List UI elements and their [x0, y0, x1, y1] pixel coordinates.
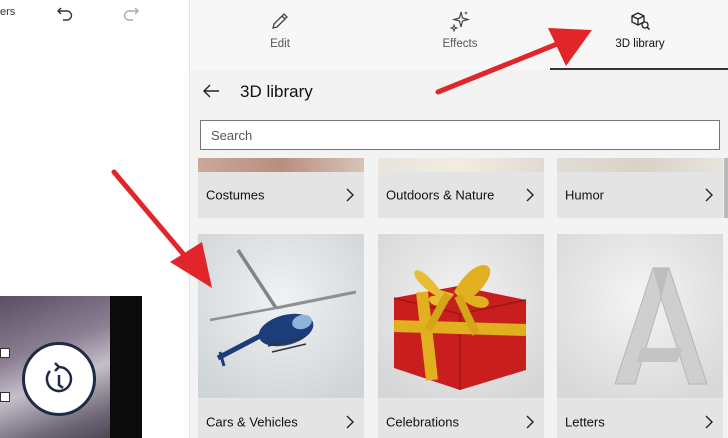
category-card-humor[interactable]: Humor	[557, 158, 723, 218]
category-card-letters[interactable]: Letters	[557, 234, 723, 438]
category-footer: Humor	[557, 172, 723, 218]
side-panel: Edit Effects 3D library 3D library Searc…	[190, 0, 728, 438]
pencil-icon	[272, 13, 288, 29]
chevron-right-icon	[526, 415, 534, 429]
undo-icon[interactable]	[56, 4, 74, 22]
redo-icon[interactable]	[122, 4, 140, 22]
scrollbar[interactable]	[724, 158, 728, 218]
chevron-right-icon	[346, 415, 354, 429]
helicopter-thumbnail	[198, 234, 364, 398]
chevron-right-icon	[526, 188, 534, 202]
canvas-toolbar: ers	[0, 0, 190, 30]
tab-effects-label: Effects	[442, 38, 478, 50]
rotate-icon	[45, 362, 73, 393]
active-tab-indicator	[550, 68, 728, 70]
back-arrow-icon[interactable]	[202, 82, 220, 100]
category-grid: Costumes Outdoors & Nature Humor Cars & …	[190, 158, 728, 438]
tab-effects[interactable]: Effects	[370, 0, 550, 70]
category-card-cars-vehicles[interactable]: Cars & Vehicles	[198, 234, 364, 438]
sparkle-icon	[449, 11, 471, 32]
tab-edit[interactable]: Edit	[190, 0, 370, 70]
category-footer: Cars & Vehicles	[198, 400, 364, 438]
chevron-right-icon	[705, 188, 713, 202]
category-card-costumes[interactable]: Costumes	[198, 158, 364, 218]
tab-3d-library-label: 3D library	[615, 38, 665, 50]
category-footer: Celebrations	[378, 400, 544, 438]
chevron-right-icon	[346, 188, 354, 202]
category-footer: Letters	[557, 400, 723, 438]
category-thumbnail	[557, 158, 723, 172]
toolbar-truncated-label: ers	[0, 6, 16, 18]
category-thumbnail	[198, 158, 364, 172]
category-label: Celebrations	[386, 414, 459, 430]
category-label: Letters	[565, 414, 605, 430]
letter-a-thumbnail	[557, 234, 723, 398]
canvas-pane: ers	[0, 0, 190, 438]
gift-box-thumbnail	[378, 234, 544, 398]
page-title: 3D library	[240, 82, 313, 101]
cube-search-icon	[631, 12, 651, 31]
search-input[interactable]	[200, 120, 720, 150]
category-label: Humor	[565, 187, 605, 203]
rotate-handle[interactable]	[22, 342, 96, 416]
chevron-right-icon	[705, 415, 713, 429]
category-card-outdoors-nature[interactable]: Outdoors & Nature	[378, 158, 544, 218]
category-footer: Outdoors & Nature	[378, 172, 544, 218]
photos-3d-editor: ers Edit Effects 3D library 3D library S…	[0, 0, 728, 438]
category-thumbnail	[378, 158, 544, 172]
tab-3d-library[interactable]: 3D library	[550, 0, 728, 70]
tab-edit-label: Edit	[270, 38, 290, 50]
category-label: Cars & Vehicles	[206, 414, 298, 430]
category-label: Costumes	[206, 187, 265, 203]
resize-handle[interactable]	[0, 392, 10, 402]
canvas-image-dark-area	[110, 296, 142, 438]
resize-handle[interactable]	[0, 348, 10, 358]
category-label: Outdoors & Nature	[386, 187, 495, 203]
category-card-celebrations[interactable]: Celebrations	[378, 234, 544, 438]
library-header: 3D library	[190, 72, 728, 112]
tab-bar: Edit Effects 3D library	[190, 0, 728, 70]
category-footer: Costumes	[198, 172, 364, 218]
